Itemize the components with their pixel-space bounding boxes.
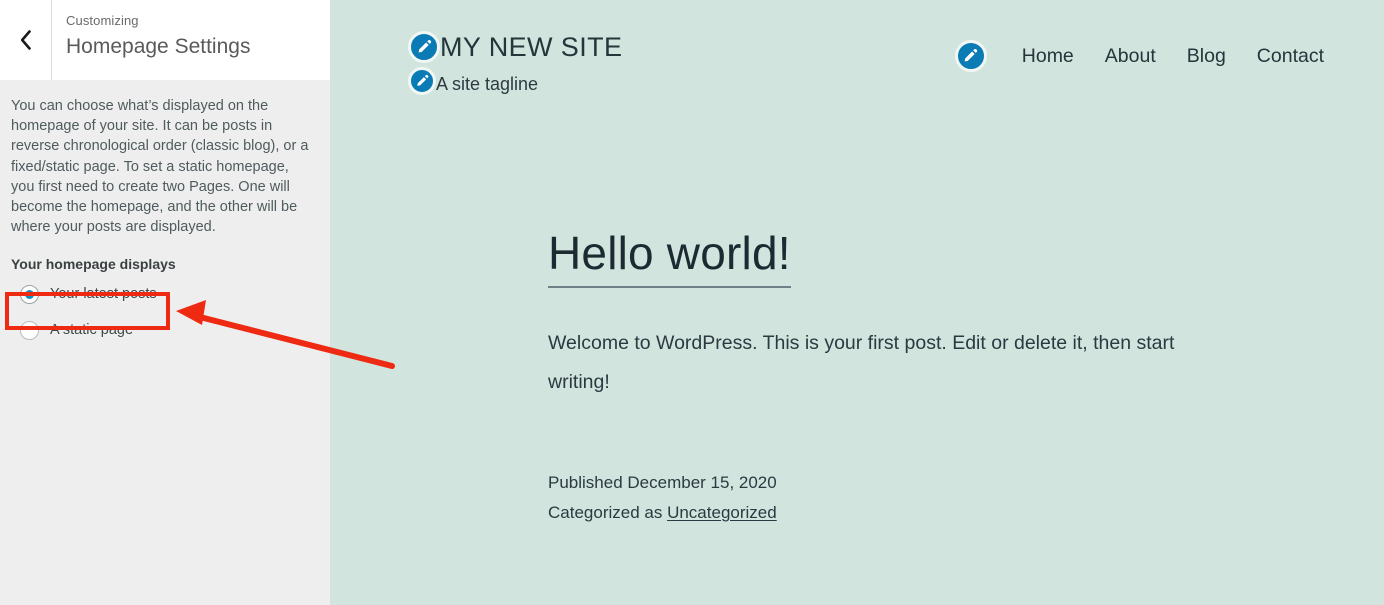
page-title: Homepage Settings <box>66 35 251 58</box>
edit-site-title-icon[interactable] <box>408 31 440 63</box>
site-branding: MY NEW SITE A site tagline <box>408 30 622 98</box>
site-preview: MY NEW SITE A site tagline Home About Bl… <box>330 0 1384 605</box>
post-category-link[interactable]: Uncategorized <box>667 503 777 522</box>
back-button[interactable] <box>0 0 52 80</box>
site-title[interactable]: MY NEW SITE <box>440 30 622 64</box>
radio-indicator-unselected[interactable] <box>20 320 39 340</box>
post-body-text: Welcome to WordPress. This is your first… <box>548 332 1175 393</box>
post-published-date: Published December 15, 2020 <box>548 473 777 492</box>
site-navigation: Home About Blog Contact <box>954 30 1324 72</box>
site-tagline[interactable]: A site tagline <box>436 70 538 98</box>
site-title-row: MY NEW SITE <box>408 30 622 64</box>
section-description: You can choose what’s displayed on the h… <box>11 98 309 236</box>
homepage-displays-label: Your homepage displays <box>11 256 176 273</box>
radio-option-latest-posts[interactable]: Your latest posts <box>11 279 316 309</box>
radio-indicator-selected[interactable] <box>20 284 39 304</box>
nav-link-blog[interactable]: Blog <box>1187 43 1226 69</box>
radio-option-label: A static page <box>50 322 134 339</box>
nav-link-about[interactable]: About <box>1105 43 1156 69</box>
post-category-prefix: Categorized as <box>548 503 668 522</box>
customizer-screen: Customizing Homepage Settings You can ch… <box>0 0 1384 605</box>
site-header: MY NEW SITE A site tagline Home About Bl… <box>330 0 1384 98</box>
radio-option-label: Your latest posts <box>50 286 157 303</box>
edit-site-tagline-icon[interactable] <box>408 67 436 95</box>
nav-link-contact[interactable]: Contact <box>1257 43 1324 69</box>
homepage-displays-radio-group: Your latest posts A static page <box>11 279 316 345</box>
panel-eyebrow: Customizing <box>66 13 139 28</box>
post-article: Hello world! Welcome to WordPress. This … <box>330 98 1384 528</box>
site-tagline-row: A site tagline <box>408 64 622 98</box>
nav-link-home[interactable]: Home <box>1022 43 1074 69</box>
customizer-sidebar: Customizing Homepage Settings You can ch… <box>0 0 330 605</box>
customizer-section-body: You can choose what’s displayed on the h… <box>0 80 330 345</box>
post-meta: Published December 15, 2020 Categorized … <box>548 468 1384 528</box>
chevron-left-icon <box>18 29 33 51</box>
edit-menu-icon[interactable] <box>954 40 987 72</box>
post-category-line: Categorized as Uncategorized <box>548 498 1384 528</box>
post-title-link[interactable]: Hello world! <box>548 226 791 288</box>
radio-option-static-page[interactable]: A static page <box>11 315 316 345</box>
panel-title-group: Customizing Homepage Settings <box>52 0 330 80</box>
customizer-panel-header: Customizing Homepage Settings <box>0 0 330 80</box>
